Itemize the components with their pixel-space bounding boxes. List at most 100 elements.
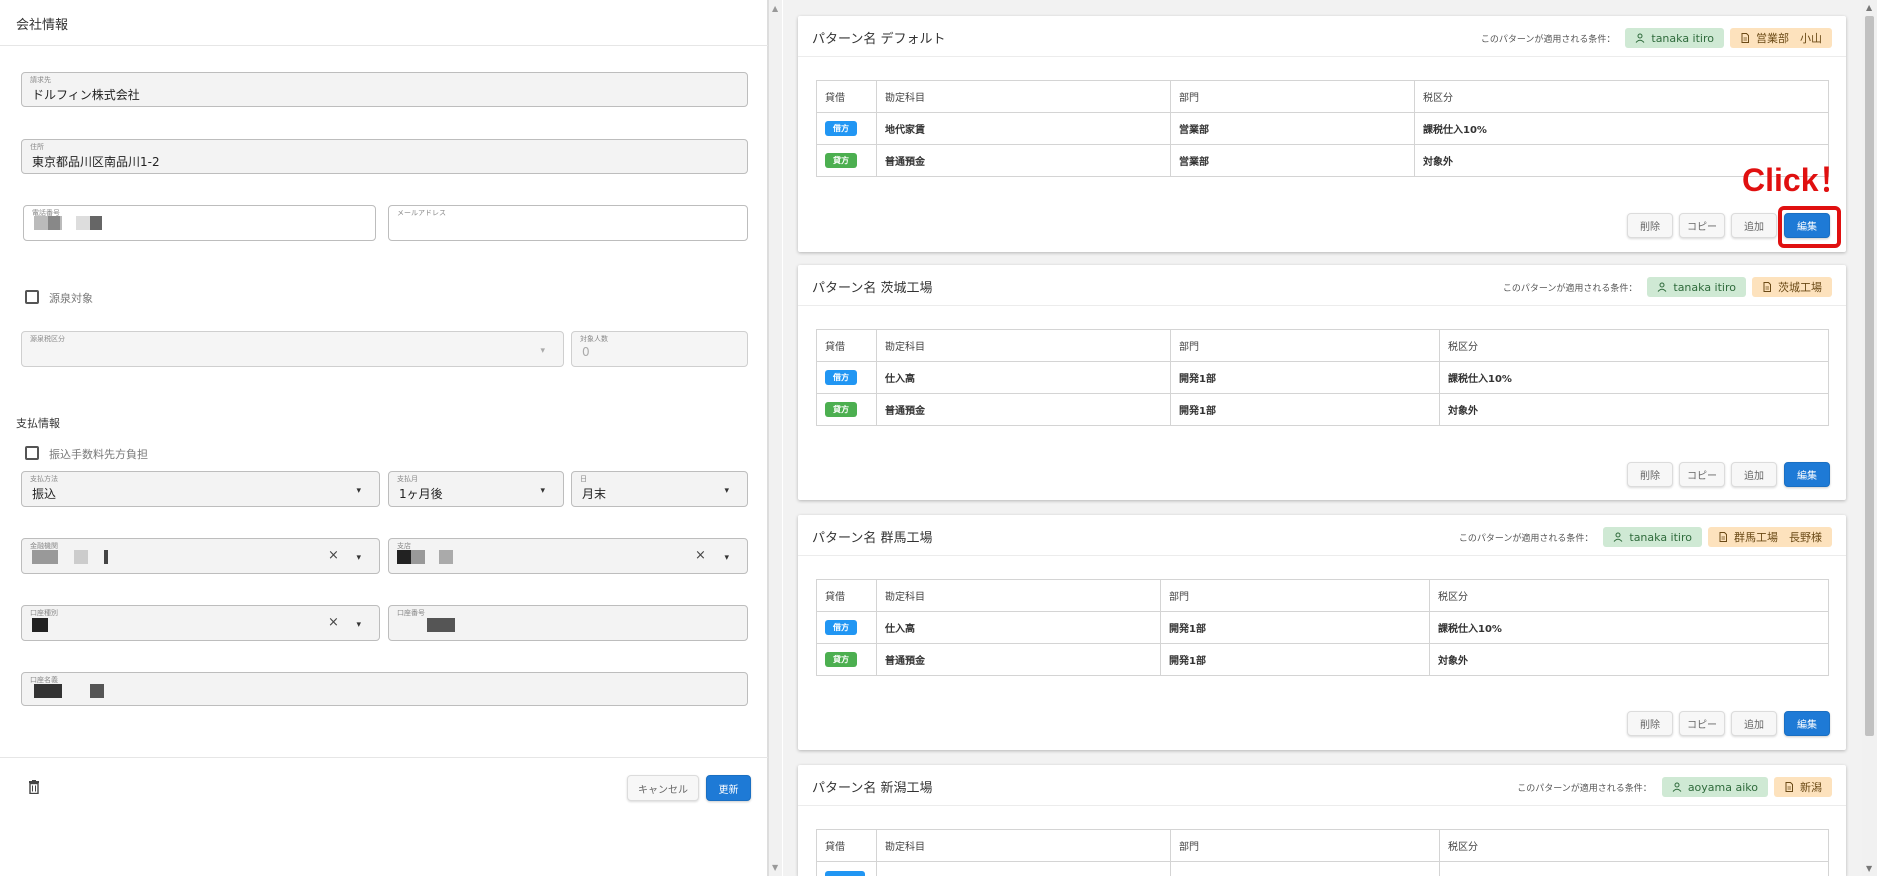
header-side: 貸借 (816, 329, 877, 362)
scrollbar-thumb[interactable] (1865, 16, 1874, 736)
department-chip[interactable]: 新潟 (1774, 777, 1832, 797)
address-label: 住所 (30, 143, 44, 151)
redacted-mask (74, 550, 88, 564)
address-field[interactable]: 住所 東京都品川区南品川1-2 (21, 139, 748, 174)
redacted-mask (90, 684, 104, 698)
delete-button[interactable]: 削除 (1627, 711, 1673, 736)
clear-icon[interactable]: × (695, 548, 706, 563)
click-annotation: Click！ (1742, 162, 1851, 198)
account-name-field[interactable]: 口座名義 (21, 672, 748, 706)
account-cell (876, 861, 1171, 876)
table-row: 借方 地代家賃 営業部 課税仕入10% (816, 112, 1829, 145)
department-chip[interactable]: 群馬工場 長野様 (1708, 527, 1832, 547)
document-icon (1785, 782, 1793, 792)
journal-table: 貸借 勘定科目 部門 税区分 借方 仕入高 開発1部 課税仕入10% 貸方 普通… (816, 579, 1829, 676)
add-button[interactable]: 追加 (1731, 213, 1777, 238)
panel-title: 会社情報 (16, 18, 69, 33)
pattern-title: パターン名 群馬工場 (812, 531, 933, 546)
header-side: 貸借 (816, 80, 877, 113)
edit-button[interactable]: 編集 (1784, 462, 1830, 487)
header-tax: 税区分 (1429, 579, 1829, 612)
delete-button[interactable]: 削除 (1627, 213, 1673, 238)
department-cell: 営業部 (1170, 144, 1415, 177)
user-chip[interactable]: tanaka itiro (1603, 527, 1702, 547)
account-cell: 仕入高 (876, 611, 1161, 644)
scrollbar[interactable]: ▲ ▼ (768, 0, 782, 876)
payment-method-select[interactable]: 支払方法 振込 ▾ (21, 471, 380, 507)
condition-label: このパターンが適用される条件： (1458, 533, 1594, 544)
update-button[interactable]: 更新 (706, 775, 751, 801)
fee-label: 振込手数料先方負担 (49, 448, 148, 461)
condition-area: このパターンが適用される条件： tanaka itiro 営業部 小山 (1481, 28, 1832, 48)
table-row (816, 861, 1829, 876)
user-chip[interactable]: tanaka itiro (1625, 28, 1724, 48)
condition-area: このパターンが適用される条件： tanaka itiro 茨城工場 (1503, 277, 1832, 297)
user-chip-label: tanaka itiro (1673, 280, 1736, 294)
side-cell: 借方 (816, 361, 877, 394)
payment-day-label: 日 (580, 475, 587, 483)
cancel-button[interactable]: キャンセル (627, 775, 699, 801)
account-number-field[interactable]: 口座番号 (388, 605, 748, 641)
chevron-down-icon: ▾ (356, 486, 361, 496)
billing-field[interactable]: 請求先 ドルフィン株式会社 (21, 72, 748, 107)
scroll-up-icon[interactable]: ▲ (772, 4, 778, 13)
divider (0, 45, 768, 46)
clear-icon[interactable]: × (328, 615, 339, 630)
department-chip[interactable]: 営業部 小山 (1730, 28, 1832, 48)
chevron-down-icon[interactable]: ▾ (356, 620, 361, 630)
payment-day-select[interactable]: 日 月末 ▾ (571, 471, 748, 507)
tax-cell: 対象外 (1429, 643, 1829, 676)
redacted-mask (439, 550, 453, 564)
department-chip-label: 新潟 (1800, 781, 1822, 794)
side-cell: 貸方 (816, 144, 877, 177)
department-chip-label: 営業部 小山 (1756, 32, 1822, 45)
people-count-field: 対象人数 0 (571, 331, 748, 367)
scroll-down-icon[interactable]: ▼ (772, 863, 778, 872)
department-chip[interactable]: 茨城工場 (1752, 277, 1832, 297)
branch-select[interactable]: 支店 × ▾ (388, 538, 748, 574)
header-department: 部門 (1170, 329, 1440, 362)
add-button[interactable]: 追加 (1731, 711, 1777, 736)
billing-label: 請求先 (30, 76, 51, 84)
scroll-down-icon[interactable]: ▼ (1866, 864, 1872, 873)
bank-select[interactable]: 金融機関 × ▾ (21, 538, 380, 574)
side-cell: 借方 (816, 112, 877, 145)
copy-button[interactable]: コピー (1679, 462, 1725, 487)
pattern-card: パターン名 茨城工場 このパターンが適用される条件： tanaka itiro … (798, 265, 1846, 500)
copy-button[interactable]: コピー (1679, 711, 1725, 736)
tax-cell: 課税仕入10% (1439, 361, 1829, 394)
payment-day-value: 月末 (582, 487, 607, 501)
header-department: 部門 (1170, 80, 1415, 113)
user-chip[interactable]: tanaka itiro (1647, 277, 1746, 297)
phone-field[interactable]: 電話番号 (23, 205, 376, 241)
delete-button[interactable]: 削除 (1627, 462, 1673, 487)
scroll-up-icon[interactable]: ▲ (1866, 3, 1872, 12)
fee-checkbox[interactable] (25, 446, 39, 460)
chevron-down-icon[interactable]: ▾ (724, 553, 729, 563)
redacted-mask (48, 216, 60, 230)
user-chip[interactable]: aoyama aiko (1661, 777, 1768, 797)
table-row: 借方 仕入高 開発1部 課税仕入10% (816, 611, 1829, 644)
scrollbar[interactable]: ▲ ▼ (1862, 0, 1877, 876)
account-type-select[interactable]: 口座種別 × ▾ (21, 605, 380, 641)
email-field[interactable]: メールアドレス (388, 205, 748, 241)
redacted-mask (76, 216, 90, 230)
chevron-down-icon[interactable]: ▾ (356, 553, 361, 563)
condition-label: このパターンが適用される条件： (1480, 34, 1616, 45)
table-header-row: 貸借 勘定科目 部門 税区分 (816, 579, 1829, 612)
pattern-title: パターン名 デフォルト (812, 32, 946, 47)
debit-badge: 借方 (825, 620, 857, 635)
payment-month-select[interactable]: 支払月 1ヶ月後 ▾ (388, 471, 564, 507)
clear-icon[interactable]: × (328, 548, 339, 563)
divider (0, 757, 768, 758)
add-button[interactable]: 追加 (1731, 462, 1777, 487)
withholding-label: 源泉対象 (49, 292, 93, 305)
withholding-checkbox[interactable] (25, 290, 39, 304)
copy-button[interactable]: コピー (1679, 213, 1725, 238)
trash-icon[interactable] (28, 780, 40, 794)
header-account: 勘定科目 (876, 80, 1171, 113)
account-cell: 普通預金 (876, 643, 1161, 676)
header-tax: 税区分 (1439, 329, 1829, 362)
edit-button[interactable]: 編集 (1784, 711, 1830, 736)
department-cell: 開発1部 (1160, 611, 1430, 644)
